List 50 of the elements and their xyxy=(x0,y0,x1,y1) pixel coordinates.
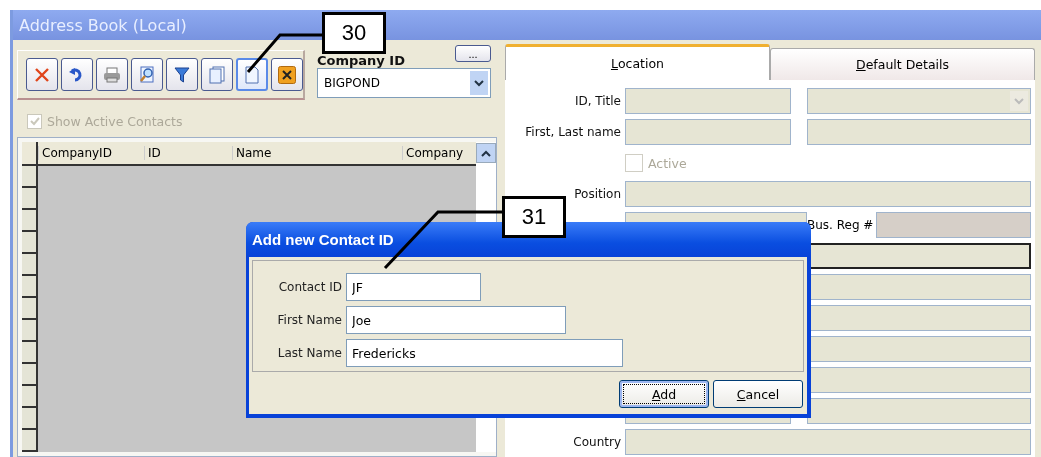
callout-number: 31 xyxy=(502,196,566,238)
toolbar-button[interactable] xyxy=(61,58,93,91)
pages-icon xyxy=(209,65,225,84)
field-label: First Name xyxy=(276,313,343,327)
text-field[interactable] xyxy=(625,88,791,114)
printer-icon xyxy=(103,66,121,83)
text-field[interactable] xyxy=(807,119,1031,145)
dialog-button[interactable]: Add xyxy=(619,380,709,408)
text-field[interactable]: Fredericks xyxy=(346,339,623,367)
window-title: Address Book (Local) xyxy=(19,15,187,35)
dialog-button[interactable]: Cancel xyxy=(713,380,803,408)
company-dropdown[interactable]: BIGPOND xyxy=(317,68,491,98)
delete-icon xyxy=(34,66,50,83)
text-field[interactable]: JF xyxy=(346,273,481,301)
close-icon xyxy=(278,65,296,84)
toolbar-button[interactable] xyxy=(271,58,303,91)
tab[interactable]: Location xyxy=(505,44,770,80)
text-field[interactable] xyxy=(625,119,791,145)
column-header[interactable]: CompanyID xyxy=(38,146,144,160)
toolbar-button[interactable] xyxy=(201,58,233,91)
tab[interactable]: Default Details xyxy=(770,48,1035,80)
magnifier-page-icon xyxy=(139,65,155,84)
text-field[interactable] xyxy=(625,181,1031,207)
toolbar-button[interactable] xyxy=(96,58,128,91)
chevron-down-icon xyxy=(474,79,484,87)
chevron-down-icon xyxy=(1014,97,1024,105)
field-label: First, Last name xyxy=(524,125,622,139)
toolbar-button[interactable] xyxy=(166,58,198,91)
column-header[interactable]: Name xyxy=(232,146,402,160)
column-header[interactable]: ID xyxy=(144,146,232,160)
field-label: ID, Title xyxy=(573,94,622,108)
toolbar-button[interactable] xyxy=(131,58,163,91)
browse-button[interactable]: ... xyxy=(455,45,491,62)
field-label: Country xyxy=(572,435,622,449)
chevron-up-icon xyxy=(481,149,491,157)
dialog-title: Add new Contact ID xyxy=(252,231,394,248)
filter-icon xyxy=(174,66,190,83)
field-label: Company ID xyxy=(317,53,405,68)
callout-number: 30 xyxy=(322,12,386,54)
check-icon xyxy=(29,117,40,126)
text-field[interactable] xyxy=(807,398,1031,424)
scroll-up-button[interactable] xyxy=(476,143,496,163)
field-label: Last Name xyxy=(276,346,343,360)
text-field[interactable] xyxy=(625,429,1031,455)
text-field[interactable] xyxy=(876,212,1031,238)
field-label: Contact ID xyxy=(277,280,343,294)
toolbar-button[interactable] xyxy=(26,58,58,91)
toolbar-button[interactable] xyxy=(236,58,268,91)
text-field[interactable]: Joe xyxy=(346,306,566,334)
field-label: Position xyxy=(573,187,622,201)
